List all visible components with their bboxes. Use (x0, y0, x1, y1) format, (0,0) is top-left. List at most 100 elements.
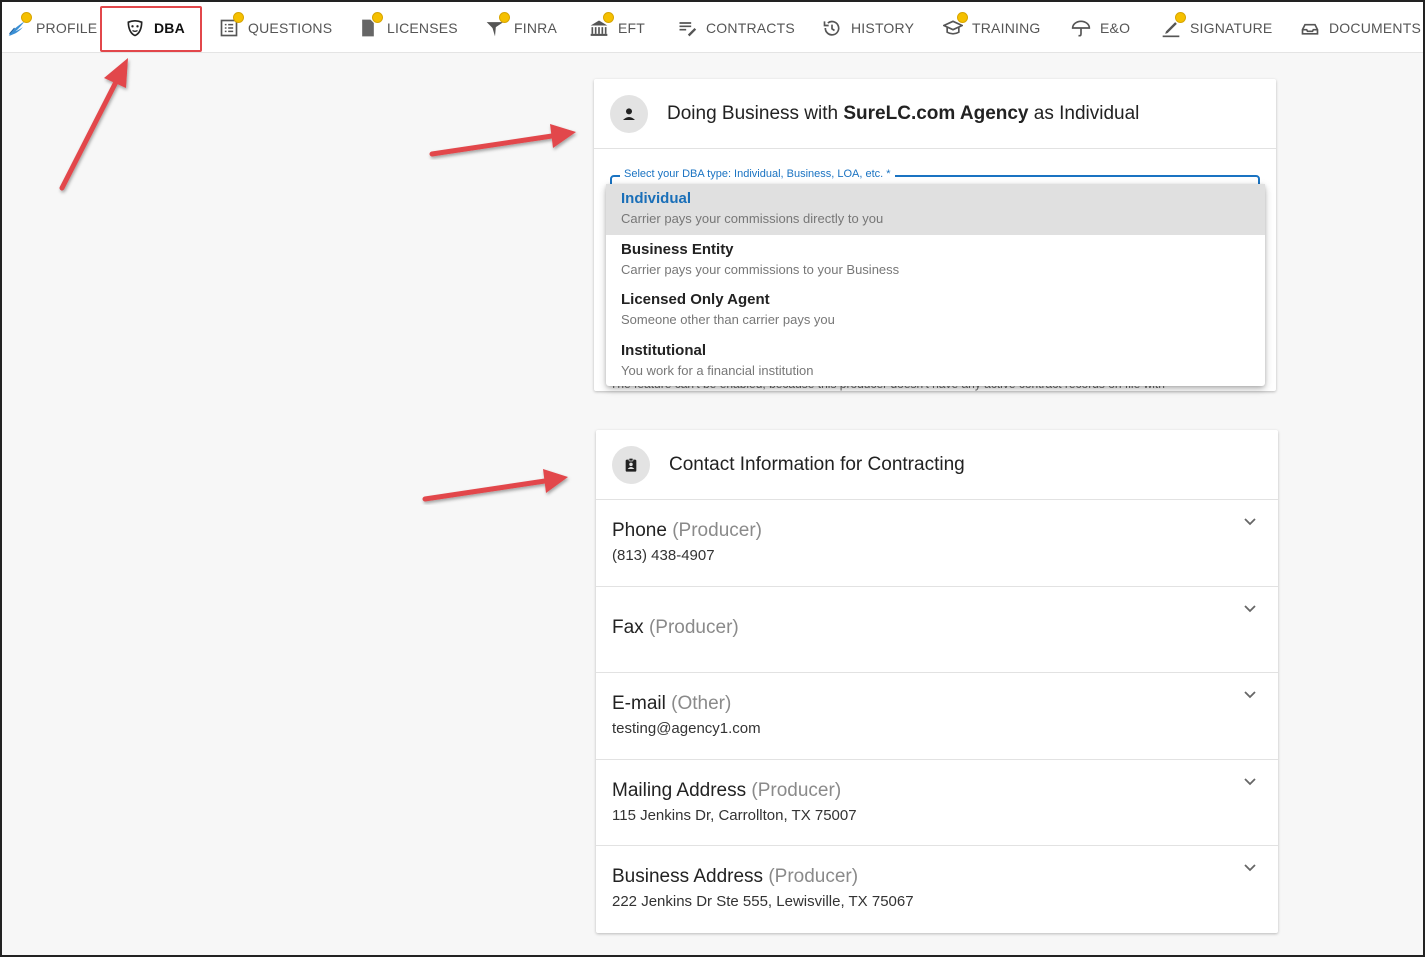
chevron-down-icon[interactable] (1242, 514, 1258, 530)
tab-label: PROFILE (36, 19, 98, 36)
row-title: Mailing Address (Producer) (612, 780, 1262, 802)
arrow-to-contact-card (422, 469, 568, 502)
notification-dot (499, 11, 510, 23)
tab-label: CONTRACTS (706, 19, 795, 36)
row-value: (813) 438-4907 (612, 547, 715, 564)
contact-row-fax[interactable]: Fax (Producer) (596, 587, 1278, 674)
tab-label: DBA (154, 19, 185, 36)
option-title: Licensed Only Agent (621, 291, 770, 308)
tab-label: EFT (618, 19, 646, 36)
tab-signature[interactable]: SIGNATURE (1160, 2, 1272, 53)
row-title: E-mail (Other) (612, 693, 1262, 715)
history-icon (821, 17, 843, 39)
row-label: Business Address (612, 866, 764, 888)
contact-title: Contact Information for Contracting (669, 453, 965, 475)
option-subtitle: You work for a financial institution (621, 362, 814, 378)
tab-label: SIGNATURE (1190, 19, 1273, 36)
tab-label: HISTORY (851, 19, 915, 36)
option-institutional[interactable]: Institutional You work for a financial i… (606, 336, 1265, 387)
person-icon (610, 94, 648, 133)
chevron-down-icon[interactable] (1242, 860, 1258, 876)
notification-dot (957, 11, 968, 23)
list-icon (218, 11, 244, 39)
dba-card-header: Doing Business with SureLC.com Agency as… (594, 79, 1276, 149)
row-title: Phone (Producer) (612, 520, 1262, 542)
umbrella-icon (1070, 17, 1092, 39)
tab-contracts[interactable]: CONTRACTS (676, 2, 795, 53)
tab-licenses[interactable]: LICENSES (357, 2, 458, 53)
tab-finra[interactable]: FINRA (484, 2, 557, 53)
contact-row-mailing-address[interactable]: Mailing Address (Producer) 115 Jenkins D… (596, 760, 1278, 847)
tab-label: DOCUMENTS (1329, 19, 1422, 36)
tab-label: FINRA (514, 19, 557, 36)
mask-icon (124, 17, 146, 39)
row-value: 222 Jenkins Dr Ste 555, Lewisville, TX 7… (612, 893, 914, 911)
tab-profile[interactable]: PROFILE (6, 2, 97, 53)
arrow-to-dba-card (429, 124, 576, 157)
dba-type-dropdown: Individual Carrier pays your commissions… (606, 184, 1265, 386)
dba-title: Doing Business with SureLC.com Agency as… (667, 103, 1139, 125)
contact-card: Contact Information for Contracting Phon… (596, 430, 1278, 933)
dba-title-prefix: Doing Business with (667, 102, 844, 124)
row-tag: (Producer) (672, 520, 762, 541)
option-title: Institutional (621, 341, 706, 359)
chevron-down-icon[interactable] (1242, 774, 1258, 790)
bird-logo-icon (6, 11, 32, 39)
option-title: Individual (621, 190, 692, 207)
contact-badge-icon (612, 445, 650, 484)
contact-card-header: Contact Information for Contracting (596, 430, 1278, 500)
row-tag: (Other) (671, 693, 732, 715)
notification-dot (233, 11, 244, 23)
finra-icon (484, 11, 510, 39)
row-value: testing@agency1.com (612, 720, 761, 738)
arrow-to-dba-tab (59, 58, 128, 191)
row-label: E-mail (612, 693, 666, 715)
option-licensed-only-agent[interactable]: Licensed Only Agent Someone other than c… (606, 285, 1265, 336)
notification-dot (603, 11, 614, 23)
dba-type-select-label: Select your DBA type: Individual, Busine… (620, 168, 895, 180)
tab-questions[interactable]: QUESTIONS (218, 2, 332, 53)
graduation-cap-icon (942, 11, 968, 39)
pen-icon (1160, 11, 1186, 39)
tab-documents[interactable]: DOCUMENTS (1299, 2, 1421, 53)
row-tag: (Producer) (768, 866, 859, 888)
option-individual[interactable]: Individual Carrier pays your commissions… (606, 184, 1265, 235)
notification-dot (21, 11, 32, 23)
tab-training[interactable]: TRAINING (942, 2, 1041, 53)
dba-agency-name: SureLC.com Agency (843, 102, 1029, 124)
row-title: Fax (Producer) (612, 617, 1262, 639)
tab-label: E&O (1100, 19, 1131, 36)
option-subtitle: Carrier pays your commissions to your Bu… (621, 261, 900, 277)
chevron-down-icon[interactable] (1242, 687, 1258, 703)
row-label: Mailing Address (612, 779, 747, 801)
notification-dot (372, 11, 383, 23)
tab-label: TRAINING (972, 19, 1041, 36)
option-title: Business Entity (621, 240, 734, 258)
row-tag: (Producer) (751, 779, 842, 801)
tab-label: QUESTIONS (248, 19, 333, 36)
option-subtitle: Carrier pays your commissions directly t… (621, 211, 884, 226)
tab-eft[interactable]: EFT (588, 2, 645, 53)
row-value: 115 Jenkins Dr, Carrollton, TX 75007 (612, 806, 857, 824)
bank-icon (588, 11, 614, 39)
option-subtitle: Someone other than carrier pays you (621, 312, 835, 327)
row-tag: (Producer) (648, 616, 739, 638)
tab-eo[interactable]: E&O (1070, 2, 1130, 53)
contact-row-business-address[interactable]: Business Address (Producer) 222 Jenkins … (596, 846, 1278, 933)
document-icon (357, 11, 383, 39)
chevron-down-icon[interactable] (1242, 601, 1258, 617)
notification-dot (1175, 11, 1186, 23)
tab-history[interactable]: HISTORY (821, 2, 914, 53)
row-label: Fax (612, 616, 644, 638)
tab-dba[interactable]: DBA (124, 2, 185, 53)
contact-row-email[interactable]: E-mail (Other) testing@agency1.com (596, 673, 1278, 760)
tab-label: LICENSES (387, 19, 458, 36)
row-label: Phone (612, 520, 667, 541)
option-business-entity[interactable]: Business Entity Carrier pays your commis… (606, 235, 1265, 286)
dba-title-suffix: as Individual (1028, 102, 1140, 124)
row-title: Business Address (Producer) (612, 866, 1262, 888)
contact-row-phone[interactable]: Phone (Producer) (813) 438-4907 (596, 500, 1278, 587)
tray-icon (1299, 17, 1321, 39)
edit-list-icon (676, 17, 698, 39)
top-nav: PROFILE DBA QUESTIONS LICENSES FINRA EFT… (2, 2, 1423, 53)
